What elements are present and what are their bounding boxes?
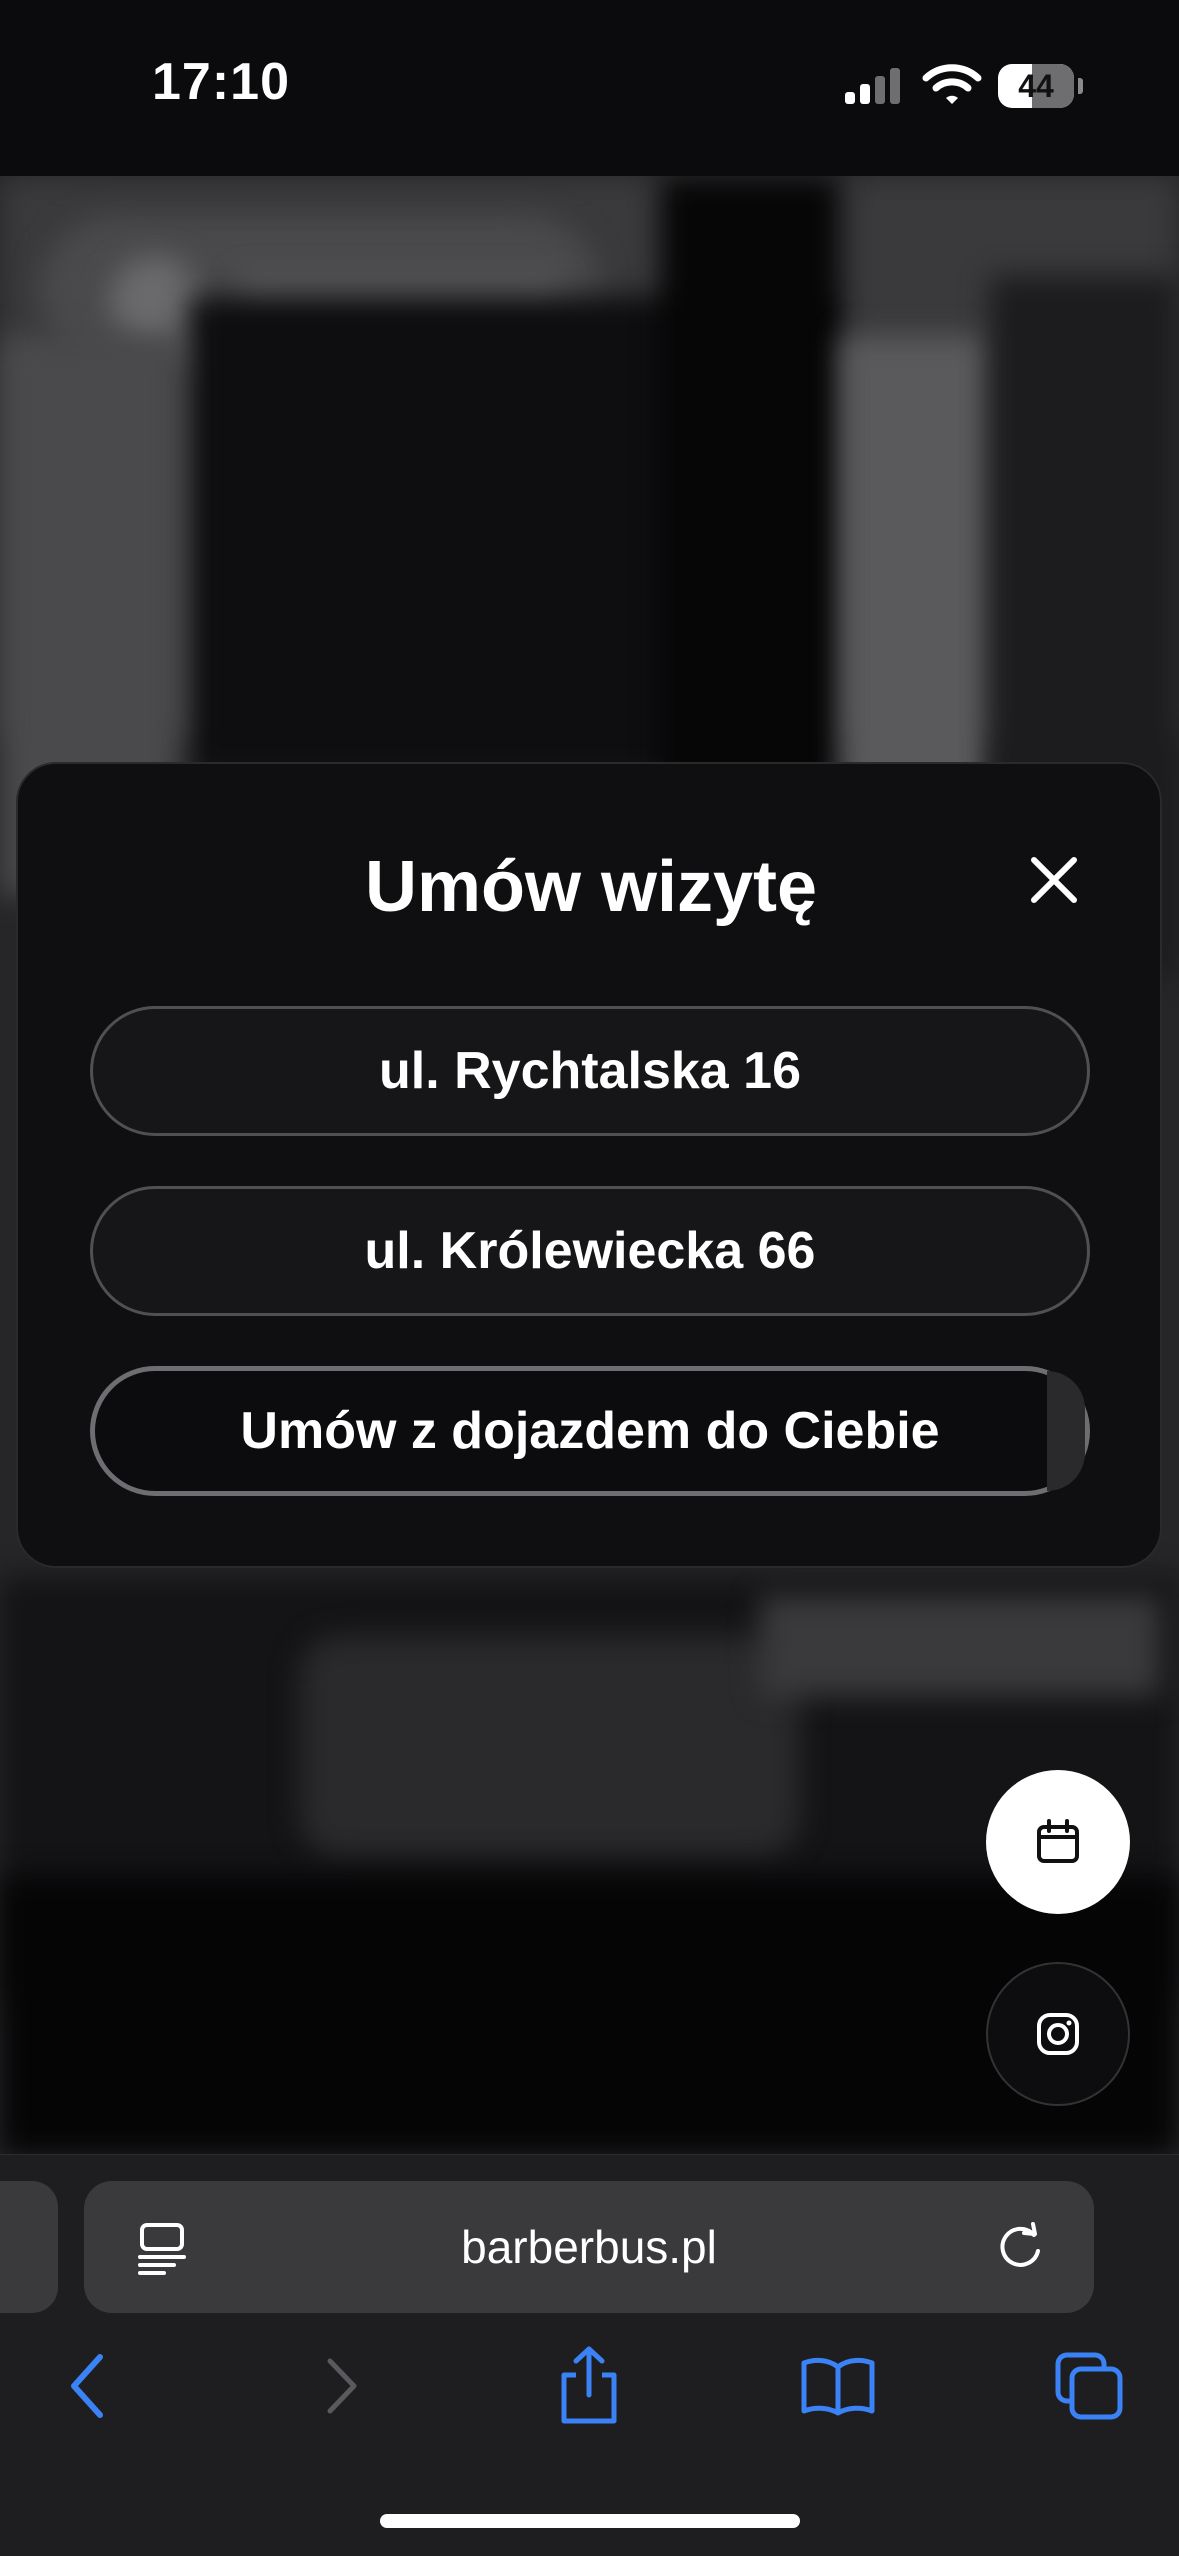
mobile-visit-button[interactable]: Umów z dojazdem do Ciebie	[90, 1366, 1090, 1496]
calendar-fab-button[interactable]	[986, 1770, 1130, 1914]
tabs-icon[interactable]	[1054, 2351, 1124, 2421]
location-rychtalska-button[interactable]: ul. Rychtalska 16	[90, 1006, 1090, 1136]
wifi-icon	[922, 64, 982, 104]
home-indicator[interactable]	[380, 2514, 800, 2528]
status-bar: 17:10 44	[0, 0, 1179, 176]
status-time: 17:10	[152, 53, 290, 111]
calendar-icon	[1037, 1819, 1079, 1863]
previous-tab-preview[interactable]	[0, 2181, 58, 2313]
bookmarks-icon[interactable]	[800, 2355, 876, 2417]
back-icon[interactable]	[64, 2349, 114, 2423]
share-icon[interactable]	[554, 2345, 624, 2425]
battery-cap	[1078, 78, 1083, 94]
instagram-icon	[1037, 2013, 1079, 2055]
forward-icon[interactable]	[316, 2349, 366, 2423]
close-icon[interactable]	[1018, 844, 1090, 916]
browser-bottom-bar: barberbus.pl	[0, 2154, 1179, 2556]
instagram-fab-button[interactable]	[986, 1962, 1130, 2106]
battery-indicator: 44	[998, 64, 1074, 108]
cellular-signal-icon	[845, 68, 900, 104]
modal-title: Umów wizytę	[364, 847, 818, 927]
address-bar[interactable]: barberbus.pl	[84, 2181, 1094, 2313]
reload-icon[interactable]	[994, 2221, 1046, 2273]
mobile-visit-label: Umów z dojazdem do Ciebie	[240, 1402, 940, 1460]
url-text: barberbus.pl	[461, 2221, 717, 2273]
phone-screen: 17:10 44 Umów wizytę ul. Rychtalska 16 u…	[0, 0, 1179, 2556]
booking-modal: Umów wizytę ul. Rychtalska 16 ul. Królew…	[16, 762, 1162, 1568]
battery-level: 44	[1018, 68, 1054, 104]
location-krolewiecka-button[interactable]: ul. Królewiecka 66	[90, 1186, 1090, 1316]
